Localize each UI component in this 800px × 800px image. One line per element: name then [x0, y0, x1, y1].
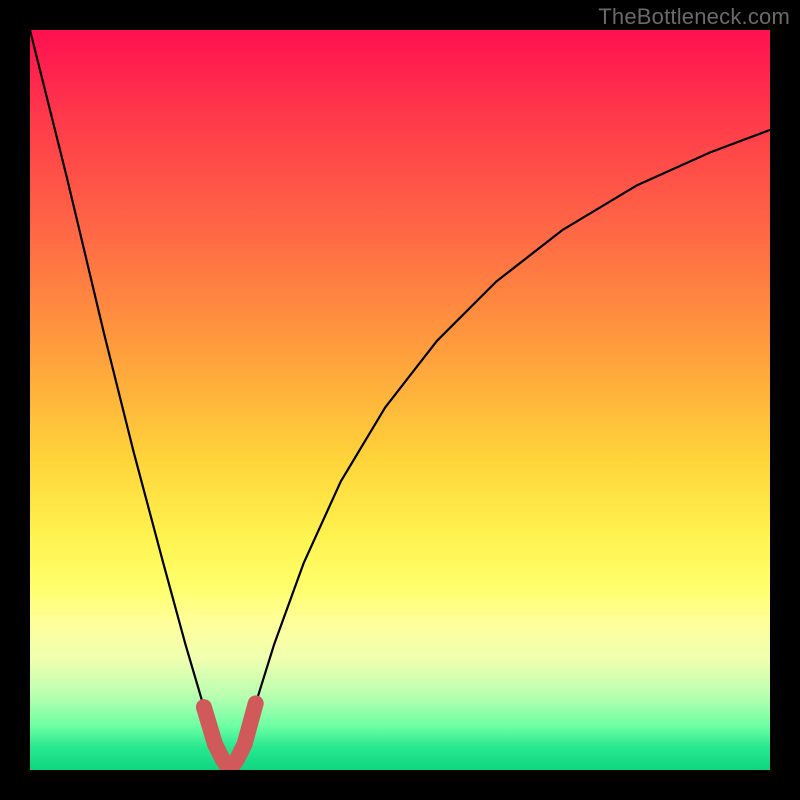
min-region-highlight [204, 703, 256, 770]
plot-area [30, 30, 770, 770]
watermark-text: TheBottleneck.com [598, 4, 790, 30]
chart-frame: TheBottleneck.com [0, 0, 800, 800]
bottleneck-curve-path [30, 30, 770, 770]
chart-svg [30, 30, 770, 770]
